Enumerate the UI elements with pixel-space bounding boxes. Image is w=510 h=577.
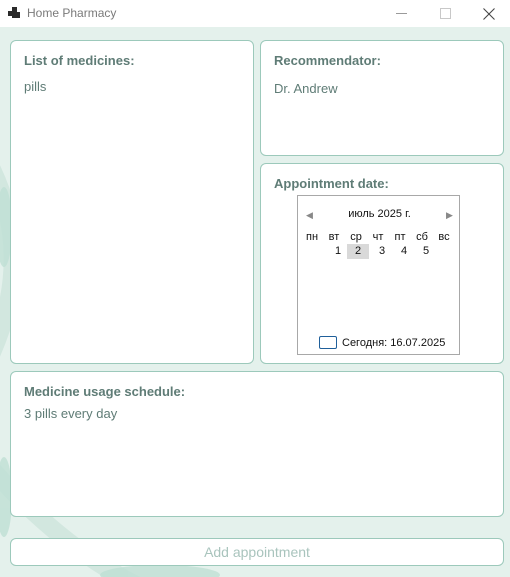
close-icon — [483, 7, 495, 20]
schedule-title: Medicine usage schedule: — [24, 384, 186, 399]
maximize-button[interactable] — [422, 0, 468, 27]
weekday-label: пн — [305, 231, 319, 243]
recommendator-title: Recommendator: — [274, 53, 381, 68]
recommendator-value: Dr. Andrew — [274, 81, 338, 96]
weekday-label: вс — [438, 231, 450, 243]
add-appointment-button[interactable]: Add appointment — [10, 538, 504, 566]
appointment-date-title: Appointment date: — [274, 176, 389, 191]
weekday-label: сб — [416, 231, 428, 243]
app-window-icon — [8, 7, 20, 19]
today-label[interactable]: Сегодня: 16.07.2025 — [342, 337, 445, 349]
calendar-day[interactable]: 5 — [415, 244, 437, 259]
maximize-icon — [439, 8, 451, 19]
recommendator-panel: Recommendator: Dr. Andrew — [260, 40, 504, 156]
today-marker-icon[interactable] — [319, 336, 337, 349]
medicine-list-item[interactable]: pills — [24, 79, 46, 94]
calendar-day[interactable]: 4 — [393, 244, 415, 259]
title-bar: Home Pharmacy — [0, 0, 510, 27]
close-button[interactable] — [466, 0, 510, 27]
weekday-label: ср — [350, 231, 362, 243]
calendar-day-selected[interactable]: 2 — [347, 244, 369, 259]
calendar-month-label[interactable]: июль 2025 г. — [298, 208, 461, 220]
medicines-panel: List of medicines: pills — [10, 40, 254, 364]
schedule-panel: Medicine usage schedule: 3 pills every d… — [10, 371, 504, 517]
minimize-button[interactable] — [378, 0, 424, 27]
month-calendar[interactable]: ◀ июль 2025 г. ▶ пн вт ср чт пт сб вс 1 … — [297, 195, 460, 355]
medicines-title: List of medicines: — [24, 53, 135, 68]
weekday-label: пт — [394, 231, 406, 243]
minimize-icon — [395, 13, 407, 14]
calendar-day[interactable]: 3 — [371, 244, 393, 259]
schedule-value[interactable]: 3 pills every day — [24, 406, 117, 421]
window-title: Home Pharmacy — [27, 6, 117, 20]
calendar-day[interactable]: 1 — [327, 244, 349, 259]
client-area: List of medicines: pills Recommendator: … — [0, 27, 510, 577]
weekday-label: чт — [372, 231, 384, 243]
weekday-label: вт — [328, 231, 340, 243]
chevron-right-icon[interactable]: ▶ — [446, 210, 453, 221]
